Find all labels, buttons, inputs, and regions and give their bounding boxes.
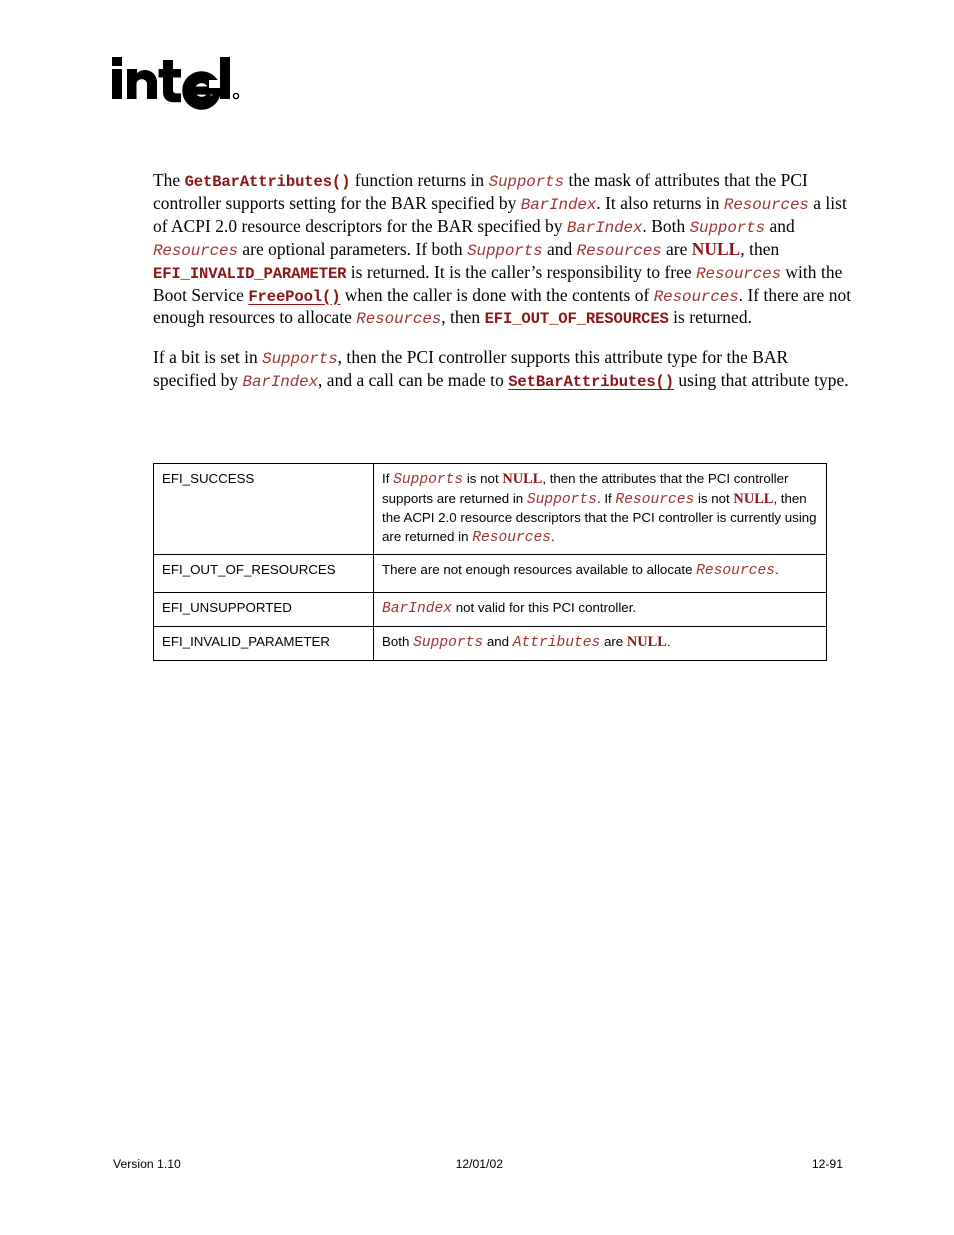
document-body: The GetBarAttributes() function returns … bbox=[153, 170, 853, 410]
inline-constant: NULL bbox=[502, 471, 543, 487]
inline-code-parameter: Resources bbox=[576, 241, 662, 260]
inline-constant: NULL bbox=[691, 238, 741, 259]
inline-code-parameter: Resources bbox=[696, 264, 782, 283]
status-code-cell: EFI_UNSUPPORTED bbox=[153, 592, 374, 627]
inline-code-parameter: Supports bbox=[393, 472, 464, 488]
inline-code-link[interactable]: FreePool() bbox=[248, 288, 340, 306]
inline-code-parameter: Supports bbox=[689, 218, 766, 237]
inline-code-parameter: Resources bbox=[653, 287, 739, 306]
inline-code-parameter: Resources bbox=[356, 310, 442, 329]
inline-code-parameter: BarIndex bbox=[242, 373, 319, 392]
table-row: EFI_SUCCESS If Supports is not NULL, then… bbox=[153, 462, 827, 556]
footer-version: Version 1.10 bbox=[113, 1157, 181, 1171]
paragraph-get-bar-attributes-description: The GetBarAttributes() function returns … bbox=[153, 170, 852, 329]
status-codes-table: EFI_SUCCESS If Supports is not NULL, then… bbox=[153, 462, 827, 661]
inline-code-parameter: BarIndex bbox=[520, 195, 597, 214]
inline-code-parameter: Supports bbox=[488, 173, 565, 191]
inline-code-constant: GetBarAttributes() bbox=[184, 173, 351, 191]
status-description-cell: If Supports is not NULL, then the attrib… bbox=[373, 462, 827, 556]
table-row: EFI_OUT_OF_RESOURCES There are not enough… bbox=[153, 554, 827, 594]
inline-code-constant: EFI_INVALID_PARAMETER bbox=[153, 264, 347, 283]
inline-code-parameter: Supports bbox=[413, 634, 484, 651]
inline-code-parameter: Resources bbox=[472, 529, 552, 546]
inline-code-parameter: Resources bbox=[153, 241, 238, 260]
status-code-cell: EFI_OUT_OF_RESOURCES bbox=[153, 554, 374, 594]
intel-logo bbox=[110, 52, 240, 112]
inline-code-parameter: Resources bbox=[723, 195, 809, 214]
status-description-cell: BarIndex not valid for this PCI controll… bbox=[373, 592, 827, 627]
table-row: EFI_INVALID_PARAMETER Both Supports and A… bbox=[153, 625, 827, 661]
table-row: EFI_UNSUPPORTED BarIndex not valid for th… bbox=[153, 592, 827, 627]
inline-code-parameter: Supports bbox=[526, 491, 597, 508]
inline-code-parameter: BarIndex bbox=[382, 601, 453, 618]
status-code-cell: EFI_SUCCESS bbox=[153, 462, 374, 556]
inline-constant: NULL bbox=[626, 633, 667, 650]
page-footer: Version 1.10 12/01/02 12-91 bbox=[113, 1157, 843, 1171]
status-description-cell: There are not enough resources available… bbox=[373, 554, 827, 594]
inline-code-constant: EFI_OUT_OF_RESOURCES bbox=[484, 310, 669, 329]
inline-code-parameter: BarIndex bbox=[566, 218, 643, 237]
inline-code-parameter: Supports bbox=[262, 350, 338, 369]
intel-wordmark-icon bbox=[112, 57, 240, 110]
paragraph-supports-bit-description: If a bit is set in Supports, then the PC… bbox=[153, 347, 849, 392]
status-codes-table-body: EFI_SUCCESS If Supports is not NULL, then… bbox=[153, 462, 827, 661]
inline-code-parameter: Resources bbox=[696, 563, 775, 580]
inline-code-parameter: Supports bbox=[467, 241, 543, 260]
inline-constant: NULL bbox=[733, 490, 774, 507]
status-description-cell: Both Supports and Attributes are NULL. bbox=[373, 625, 827, 661]
footer-page-number: 12-91 bbox=[811, 1157, 843, 1171]
status-code-cell: EFI_INVALID_PARAMETER bbox=[153, 625, 374, 661]
inline-code-link[interactable]: SetBarAttributes() bbox=[508, 373, 674, 391]
inline-code-parameter: Resources bbox=[615, 491, 695, 508]
footer-date: 12/01/02 bbox=[455, 1157, 504, 1171]
inline-code-parameter: Attributes bbox=[512, 634, 601, 651]
